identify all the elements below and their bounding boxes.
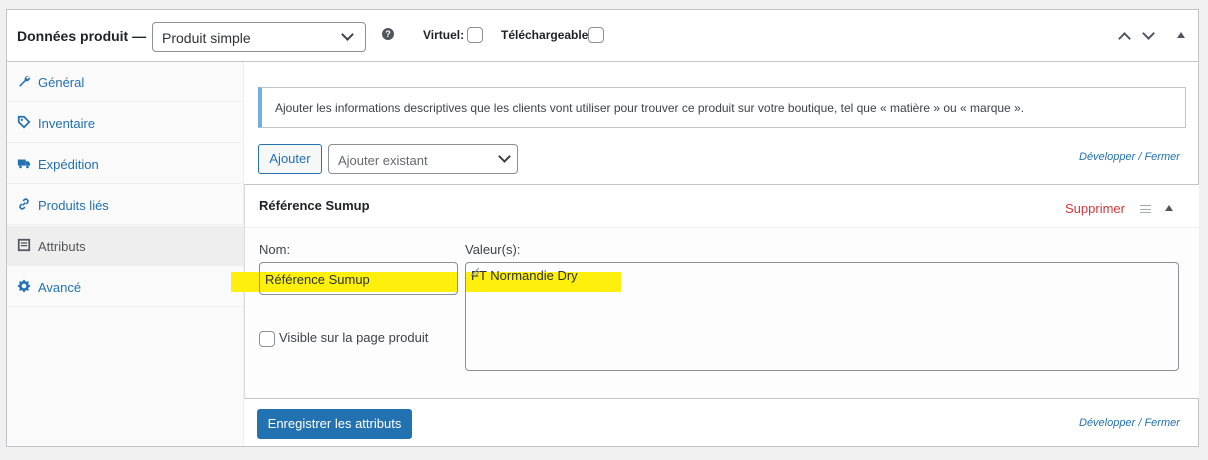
expand-all-link[interactable]: Développer: [1079, 151, 1135, 163]
link-icon: [19, 198, 29, 210]
link-separator: /: [1138, 417, 1142, 429]
tab-attributes[interactable]: Attributs: [7, 226, 244, 266]
attribute-name-value: Référence Sumup: [265, 272, 370, 287]
downloadable-label: Téléchargeable:: [501, 28, 593, 42]
virtual-checkbox[interactable]: [467, 27, 483, 43]
link-separator: /: [1138, 151, 1142, 163]
name-label: Nom:: [259, 242, 291, 257]
add-existing-select[interactable]: Ajouter existant: [328, 144, 518, 174]
tab-label: Inventaire: [38, 116, 96, 131]
collapse-attribute-icon[interactable]: [1165, 205, 1173, 211]
expand-collapse-links-bottom: Développer / Fermer: [1079, 417, 1180, 429]
values-label: Valeur(s):: [465, 242, 521, 257]
tab-label: Produits liés: [38, 198, 109, 213]
attribute-item: Référence Sumup Supprimer Nom: Valeur(s)…: [231, 184, 1199, 399]
tag-icon: [17, 115, 31, 129]
truck-icon: [17, 159, 31, 169]
attributes-info-notice: Ajouter les informations descriptives qu…: [258, 87, 1186, 128]
virtual-label: Virtuel:: [423, 28, 465, 42]
panel-title: Données produit —: [17, 28, 147, 44]
attribute-values-textarea[interactable]: FT Normandie Dry: [465, 262, 1179, 371]
notice-text: Ajouter les informations descriptives qu…: [275, 101, 1025, 115]
attribute-name-input[interactable]: Référence Sumup: [259, 262, 458, 295]
list-view-icon: [17, 238, 31, 252]
collapse-all-link[interactable]: Fermer: [1144, 417, 1179, 429]
panel-header: Données produit — Produit simple ? Virtu…: [7, 10, 1198, 62]
add-attribute-button[interactable]: Ajouter: [258, 144, 322, 174]
tab-label: Général: [38, 75, 85, 90]
tab-general[interactable]: Général: [7, 62, 244, 102]
visible-on-product-checkbox[interactable]: [259, 331, 275, 347]
collapse-panel-icon[interactable]: [1177, 32, 1185, 38]
product-data-tabs: Général Inventaire Expédition Produits l…: [7, 62, 244, 446]
resize-handle-icon[interactable]: [471, 268, 479, 276]
attribute-values-value: FT Normandie Dry: [471, 268, 578, 283]
expand-all-link[interactable]: Développer: [1079, 417, 1135, 429]
product-data-panel: Données produit — Produit simple ? Virtu…: [6, 9, 1199, 447]
downloadable-checkbox[interactable]: [588, 27, 604, 43]
chevron-down-icon: [341, 28, 354, 41]
tab-label: Expédition: [38, 157, 99, 172]
attribute-body: Nom: Valeur(s): Référence Sumup FT Norma…: [231, 229, 1199, 398]
tab-shipping[interactable]: Expédition: [7, 144, 244, 184]
drag-handle-icon[interactable]: [1140, 205, 1151, 213]
attribute-title: Référence Sumup: [259, 198, 370, 213]
save-attributes-button[interactable]: Enregistrer les attributs: [257, 409, 412, 439]
existing-placeholder: Ajouter existant: [338, 153, 428, 168]
expand-collapse-links-top: Développer / Fermer: [1079, 151, 1180, 163]
wrench-icon: [19, 75, 30, 87]
tab-inventory[interactable]: Inventaire: [7, 103, 244, 143]
question-icon[interactable]: ?: [382, 28, 394, 40]
tab-label: Attributs: [38, 239, 86, 254]
tab-label: Avancé: [38, 280, 82, 295]
remove-attribute-link[interactable]: Supprimer: [1065, 201, 1125, 216]
gear-icon: [17, 279, 31, 293]
product-type-select[interactable]: Produit simple: [152, 22, 366, 52]
chevron-down-icon: [498, 150, 511, 163]
product-type-value: Produit simple: [162, 30, 251, 46]
attribute-header[interactable]: Référence Sumup Supprimer: [245, 185, 1199, 228]
move-down-icon[interactable]: [1142, 27, 1155, 40]
tab-advanced[interactable]: Avancé: [7, 267, 244, 307]
visible-on-product-label: Visible sur la page produit: [279, 330, 429, 345]
tab-linked-products[interactable]: Produits liés: [7, 185, 244, 225]
collapse-all-link[interactable]: Fermer: [1144, 151, 1179, 163]
move-up-icon[interactable]: [1118, 32, 1131, 45]
